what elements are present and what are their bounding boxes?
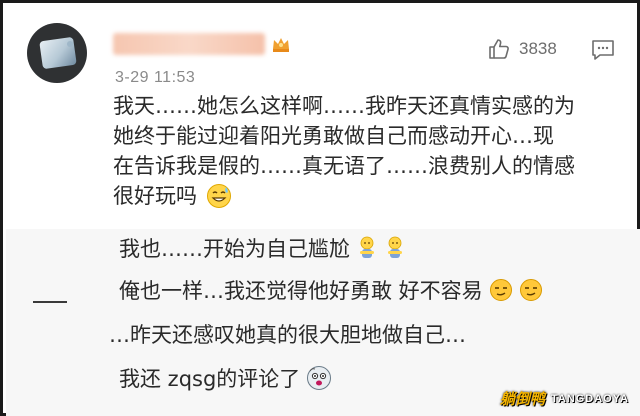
comment-line: 在告诉我是假的……真无语了……浪费别人的情感 [113,154,575,178]
sly-smile-emoji-icon [489,279,512,301]
comment-timestamp: 3-29 11:53 [115,69,196,86]
reply-text: 我还 zqsg的评论了 [119,367,301,391]
username-blurred[interactable] [113,33,265,55]
comment-icon[interactable] [591,39,615,61]
sweat-smile-emoji-icon [206,184,231,208]
like-count: 3838 [519,39,557,58]
comment-card: 3-29 11:53 3838 我天……她怎么这样啊……我昨天还真情实感的为 她… [0,0,640,416]
reply-text: 我也……开始为自己尴尬 [119,237,350,261]
watermark-cn: 躺倒鸭 [499,390,545,408]
shocked-emoji-icon [307,366,332,390]
divider-mark [33,301,67,303]
embarrassed-emoji-icon [360,236,374,258]
avatar-detail [67,41,73,47]
comment-text: 我天……她怎么这样啊……我昨天还真情实感的为 她终于能过迎着阳光勇敢做自己而感动… [113,91,613,211]
comment-line-last: 很好玩吗 [113,181,613,211]
thumbs-up-icon [489,39,509,59]
avatar[interactable] [27,23,87,83]
reply-text: …昨天还感叹她真的很大胆地做自己… [109,323,466,347]
embarrassed-emoji-icon [388,236,402,258]
crown-badge-icon [273,38,289,52]
comment-line: 我天……她怎么这样啊……我昨天还真情实感的为 [113,94,575,118]
reply-item[interactable]: 我还 zqsg的评论了 [119,363,332,393]
like-button[interactable]: 3838 [487,37,557,61]
reply-text: 俺也一样…我还觉得他好勇敢 好不容易 [119,279,483,303]
sly-smile-emoji-icon [519,279,542,301]
comment-line-text: 很好玩吗 [113,184,197,208]
reply-item[interactable]: 俺也一样…我还觉得他好勇敢 好不容易 [119,275,543,305]
reply-item[interactable]: 我也……开始为自己尴尬 [119,233,406,263]
comment-line: 她终于能过迎着阳光勇敢做自己而感动开心…现 [113,124,554,148]
watermark-en: TANGDAOYA [550,392,629,405]
reply-item[interactable]: …昨天还感叹她真的很大胆地做自己… [109,319,466,349]
watermark: 躺倒鸭 TANGDAOYA [500,388,629,409]
